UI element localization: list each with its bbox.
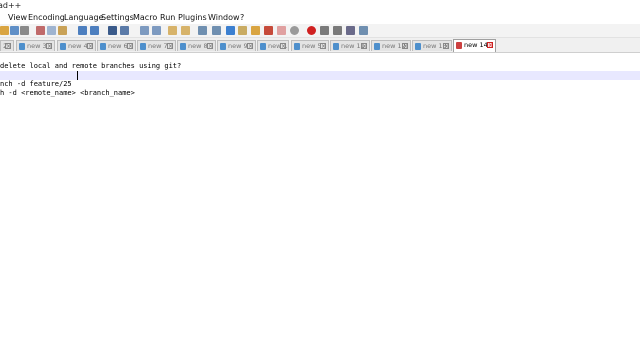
print-icon[interactable] (20, 26, 29, 35)
editor-area[interactable]: delete local and remote branches using g… (0, 53, 640, 360)
tab-new-3[interactable]: new 3 × (16, 40, 55, 51)
tab-label: new 4 (68, 42, 88, 50)
document-icon (100, 43, 106, 50)
menu-window[interactable]: Window (208, 12, 240, 24)
tab-label: new 6 (108, 42, 128, 50)
word-wrap-icon[interactable] (198, 26, 207, 35)
close-icon[interactable]: × (361, 43, 367, 50)
tab-label: new 9 (228, 42, 248, 50)
close-icon[interactable]: × (5, 43, 11, 50)
document-icon (456, 42, 462, 49)
tab-2[interactable]: 2 × (0, 40, 14, 51)
zoom-out-icon[interactable] (152, 26, 161, 35)
tab-new-6[interactable]: new 6 × (97, 40, 136, 51)
document-icon (19, 43, 25, 50)
play-macro-icon[interactable] (320, 26, 329, 35)
close-icon[interactable]: × (167, 43, 173, 50)
copy-icon[interactable] (47, 26, 56, 35)
tab-new-4[interactable]: new 4 × (57, 40, 96, 51)
document-icon (333, 43, 339, 50)
tab-new-8[interactable]: new 8 × (177, 40, 216, 51)
toolbar (0, 24, 640, 38)
document-icon (294, 43, 300, 50)
tab-new-9[interactable]: new 9 × (217, 40, 256, 51)
document-icon (415, 43, 421, 50)
stop-macro-icon[interactable] (307, 26, 316, 35)
menu-encoding[interactable]: Encoding (28, 12, 65, 24)
close-icon[interactable]: × (487, 42, 493, 49)
monitor-icon[interactable] (277, 26, 286, 35)
save-macro-icon[interactable] (346, 26, 355, 35)
doc-map-icon[interactable] (238, 26, 247, 35)
tab-label: new 8 (188, 42, 208, 50)
document-icon (220, 43, 226, 50)
sync-vertical-icon[interactable] (168, 26, 177, 35)
menu-bar: View Encoding Language Settings Macro Ru… (0, 12, 640, 24)
line-text: h -d <remote_name> <branch_name> (0, 89, 135, 97)
all-chars-icon[interactable] (212, 26, 221, 35)
editor-line[interactable]: delete local and remote branches using g… (0, 53, 640, 70)
close-icon[interactable]: × (87, 43, 93, 50)
redo-icon[interactable] (90, 26, 99, 35)
editor-line[interactable] (0, 62, 640, 71)
editor-line-current[interactable]: nch -d feature/25 (0, 71, 640, 88)
close-icon[interactable]: × (207, 43, 213, 50)
close-icon[interactable]: × (402, 43, 408, 50)
menu-settings[interactable]: Settings (101, 12, 134, 24)
record-macro-icon[interactable] (290, 26, 299, 35)
close-icon[interactable]: × (443, 43, 449, 50)
sync-horizontal-icon[interactable] (181, 26, 190, 35)
menu-plugins[interactable]: Plugins (178, 12, 207, 24)
indent-guide-icon[interactable] (226, 26, 235, 35)
tab-new-7[interactable]: new 7 × (137, 40, 176, 51)
close-icon[interactable]: × (127, 43, 133, 50)
text-cursor (77, 71, 78, 80)
menu-macro[interactable]: Macro (133, 12, 157, 24)
document-icon (180, 43, 186, 50)
menu-run[interactable]: Run (160, 12, 175, 24)
open-file-icon[interactable] (0, 26, 9, 35)
tab-new-13[interactable]: new 13 × (412, 40, 452, 51)
close-icon[interactable]: × (320, 43, 326, 50)
tab-new-10[interactable]: new 10 × (257, 40, 289, 51)
tab-label: new 14 (464, 41, 488, 49)
menu-language[interactable]: Language (64, 12, 103, 24)
folder-icon[interactable] (264, 26, 273, 35)
tab-label: new 5 (302, 42, 322, 50)
editor-line[interactable]: h -d <remote_name> <branch_name> (0, 80, 640, 97)
document-icon (374, 43, 380, 50)
new-file-icon[interactable] (359, 26, 368, 35)
tab-new-11[interactable]: new 11 × (330, 40, 370, 51)
cut-icon[interactable] (36, 26, 45, 35)
zoom-in-icon[interactable] (140, 26, 149, 35)
run-macro-icon[interactable] (333, 26, 342, 35)
find-icon[interactable] (108, 26, 117, 35)
close-icon[interactable]: × (280, 43, 286, 50)
undo-icon[interactable] (78, 26, 87, 35)
document-icon (60, 43, 66, 50)
title-bar: ad++ (0, 0, 640, 12)
save-icon[interactable] (10, 26, 19, 35)
tab-new-14[interactable]: new 14 × (453, 39, 496, 52)
document-icon (140, 43, 146, 50)
paste-icon[interactable] (58, 26, 67, 35)
close-icon[interactable]: × (46, 43, 52, 50)
document-icon (260, 43, 266, 50)
function-list-icon[interactable] (251, 26, 260, 35)
menu-help[interactable]: ? (240, 12, 244, 24)
tab-new-5[interactable]: new 5 × (291, 40, 329, 51)
close-icon[interactable]: × (247, 43, 253, 50)
tab-label: new 3 (27, 42, 47, 50)
tab-label: new 7 (148, 42, 168, 50)
window-title: ad++ (0, 1, 22, 10)
tab-bar: 2 × new 3 × new 4 × new 6 × new 7 × new … (0, 38, 640, 53)
replace-icon[interactable] (120, 26, 129, 35)
tab-new-12[interactable]: new 12 × (371, 40, 411, 51)
menu-view[interactable]: View (8, 12, 27, 24)
